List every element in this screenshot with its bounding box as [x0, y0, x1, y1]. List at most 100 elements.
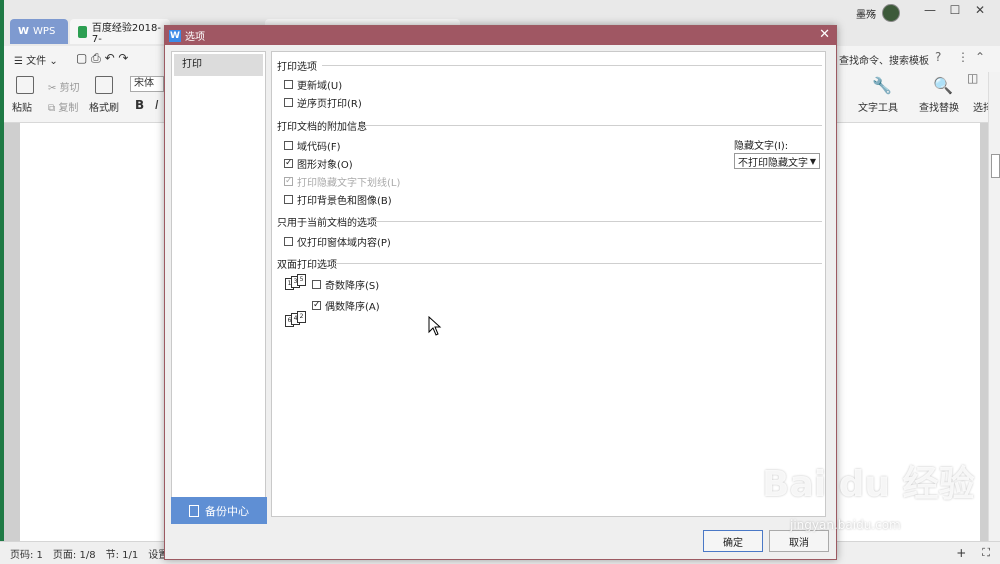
hidden-underline-checkbox: ✓	[284, 176, 293, 186]
tab-wps[interactable]: W WPS	[10, 19, 68, 44]
paste-icon[interactable]	[16, 76, 34, 97]
format-painter-icon[interactable]	[95, 76, 113, 97]
collapse-ribbon-icon[interactable]: ⌃	[975, 50, 985, 64]
odd-reverse-label: 奇数降序(S)	[325, 281, 380, 292]
option-form-only[interactable]: 仅打印窗体域内容(P)	[284, 234, 391, 249]
status-page: 页面: 1/8	[52, 549, 96, 561]
odd-pages-icon: 1 3 5	[285, 274, 306, 290]
find-replace-button[interactable]: 查找替换	[919, 99, 959, 114]
field-codes-checkbox[interactable]	[284, 141, 293, 150]
option-graphic-objects[interactable]: ✓ 图形对象(O)	[284, 156, 353, 171]
options-nav-panel: 打印	[171, 51, 266, 517]
dialog-title: 选项	[185, 32, 205, 43]
section-print-extra: 打印文档的附加信息	[277, 122, 367, 133]
update-fields-checkbox[interactable]	[284, 80, 293, 89]
mouse-cursor-icon	[428, 316, 442, 336]
section-print-options: 打印选项	[277, 62, 317, 73]
format-painter-button[interactable]: 格式刷	[89, 99, 119, 114]
find-replace-icon[interactable]: 🔍	[933, 76, 953, 95]
hidden-text-value: 不打印隐藏文字	[738, 157, 808, 169]
print-options-panel: 打印选项 更新域(U) 逆序页打印(R) 打印文档的附加信息 域代码(F) ✓ …	[271, 51, 826, 517]
graphic-objects-label: 图形对象(O)	[297, 160, 353, 171]
odd-reverse-checkbox[interactable]	[312, 280, 321, 289]
even-reverse-checkbox[interactable]: ✓	[312, 301, 321, 310]
status-section: 节: 1/1	[105, 549, 139, 561]
text-tools-icon[interactable]: 🔧	[872, 76, 892, 95]
backup-center-button[interactable]: 备份中心	[171, 497, 267, 524]
reverse-order-checkbox[interactable]	[284, 98, 293, 107]
dialog-title-bar[interactable]: W 选项 ✕	[165, 26, 836, 45]
text-tools-button[interactable]: 文字工具	[858, 99, 898, 114]
update-fields-label: 更新域(U)	[297, 81, 343, 92]
hidden-text-label: 隐藏文字(I):	[734, 141, 789, 152]
option-reverse-order[interactable]: 逆序页打印(R)	[284, 95, 362, 110]
avatar[interactable]	[882, 4, 900, 22]
copy-button[interactable]: ⧉ 复制	[48, 99, 78, 114]
bold-button[interactable]: B	[135, 98, 144, 112]
dialog-close-icon[interactable]: ✕	[819, 27, 830, 42]
status-page-code: 页码: 1	[10, 549, 43, 561]
form-only-label: 仅打印窗体域内容(P)	[297, 238, 391, 249]
cut-button[interactable]: ✂ 剪切	[48, 79, 80, 94]
scrollbar-thumb[interactable]	[991, 154, 1000, 178]
background-label: 打印背景色和图像(B)	[297, 196, 392, 207]
nav-item-print[interactable]: 打印	[174, 54, 263, 76]
font-name-select[interactable]: 宋体	[130, 76, 164, 92]
wps-app-icon: W	[169, 29, 181, 42]
section-divider	[368, 221, 822, 222]
document-icon	[78, 25, 87, 38]
section-divider	[322, 65, 822, 66]
even-reverse-label: 偶数降序(A)	[325, 302, 380, 313]
option-update-fields[interactable]: 更新域(U)	[284, 77, 342, 92]
wps-logo-icon: W	[18, 26, 30, 37]
user-info[interactable]: 墨殇	[856, 4, 900, 22]
left-edge-bar	[0, 0, 4, 563]
options-dialog: W 选项 ✕ 打印 备份中心 打印选项 更新域(U) 逆序页打印(R) 打印文档…	[164, 25, 837, 560]
graphic-objects-checkbox[interactable]: ✓	[284, 159, 293, 168]
reverse-order-label: 逆序页打印(R)	[297, 99, 362, 110]
option-hidden-underline: ✓ 打印隐藏文字下划线(L)	[284, 174, 400, 189]
restore-icon[interactable]: ☐	[943, 3, 967, 17]
backup-center-label: 备份中心	[205, 504, 249, 518]
zoom-in-icon[interactable]: +	[956, 546, 966, 560]
tab-document-label: 百度经验2018-7-	[91, 22, 161, 45]
fullscreen-icon[interactable]: ⛶	[982, 546, 990, 560]
tab-document[interactable]: 百度经验2018-7-	[70, 19, 170, 45]
file-menu[interactable]: ☰ 文件 ⌄	[14, 52, 58, 67]
background-checkbox[interactable]	[284, 195, 293, 204]
cut-label: 剪切	[59, 83, 80, 94]
command-search[interactable]: 查找命令、搜索模板	[839, 52, 929, 67]
more-icon[interactable]: ⋮	[957, 50, 969, 64]
user-name: 墨殇	[856, 9, 876, 21]
option-even-reverse[interactable]: ✓ 偶数降序(A)	[312, 298, 380, 313]
backup-icon	[189, 504, 199, 517]
section-divider	[334, 263, 822, 264]
minimize-icon[interactable]: —	[918, 3, 942, 17]
panel-toggle-icon[interactable]: ◫	[967, 71, 978, 85]
paste-button[interactable]: 粘贴	[12, 99, 32, 114]
help-icon[interactable]: ?	[935, 50, 941, 64]
option-odd-reverse[interactable]: 奇数降序(S)	[312, 277, 379, 292]
dropdown-arrow-icon: ▼	[809, 156, 816, 166]
option-background[interactable]: 打印背景色和图像(B)	[284, 192, 392, 207]
section-current-doc: 只用于当前文档的选项	[277, 218, 377, 229]
field-codes-label: 域代码(F)	[297, 142, 341, 153]
option-field-codes[interactable]: 域代码(F)	[284, 138, 341, 153]
quick-access-icons[interactable]: ▢ ⎙ ↶ ↷	[76, 51, 129, 66]
close-window-icon[interactable]: ✕	[968, 3, 992, 17]
baidu-watermark-url: jingyan.baidu.com	[790, 518, 901, 532]
italic-button[interactable]: I	[155, 98, 159, 112]
cancel-button[interactable]: 取消	[769, 530, 829, 552]
tab-wps-label: WPS	[33, 26, 56, 37]
file-menu-label: 文件	[26, 56, 47, 67]
hidden-underline-label: 打印隐藏文字下划线(L)	[297, 178, 401, 189]
baidu-watermark: Bai du 经验	[762, 464, 975, 505]
section-divider	[364, 125, 822, 126]
form-only-checkbox[interactable]	[284, 237, 293, 246]
section-duplex: 双面打印选项	[277, 260, 337, 271]
vertical-scrollbar[interactable]	[988, 72, 1000, 542]
ok-button[interactable]: 确定	[703, 530, 763, 552]
hidden-text-select[interactable]: 不打印隐藏文字 ▼	[734, 153, 820, 169]
even-pages-icon: 6 4 2	[285, 311, 306, 327]
copy-label: 复制	[58, 103, 79, 114]
